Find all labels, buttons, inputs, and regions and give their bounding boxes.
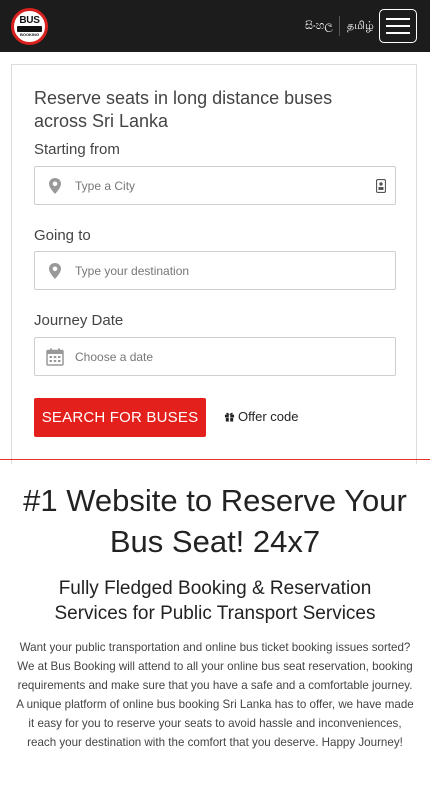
main-headline: #1 Website to Reserve Your Bus Seat! 24x… <box>23 483 407 559</box>
going-to-input[interactable]: Type your destination <box>34 251 396 290</box>
form-title: Reserve seats in long distance buses acr… <box>34 88 333 131</box>
language-divider <box>339 16 340 36</box>
calendar-icon <box>46 348 64 366</box>
section-divider <box>0 459 430 460</box>
offer-code-link[interactable]: Offer code <box>224 409 298 424</box>
intro-paragraph: Want your public transportation and onli… <box>16 641 414 749</box>
bus-booking-logo[interactable]: BUS BOOKING <box>11 8 48 45</box>
gift-icon <box>224 412 235 422</box>
going-to-placeholder: Type your destination <box>75 264 190 278</box>
language-sinhala-link[interactable]: සිංහල <box>305 19 333 33</box>
logo-text: BUS <box>19 15 40 26</box>
journey-date-placeholder: Choose a date <box>75 350 154 364</box>
map-marker-icon <box>49 263 61 279</box>
map-marker-icon <box>49 178 61 194</box>
language-tamil-link[interactable]: தமிழ் <box>347 19 374 34</box>
top-navbar: BUS BOOKING සිංහල தமிழ் <box>0 0 430 52</box>
starting-from-input[interactable]: Type a City <box>34 166 396 205</box>
sub-headline: Fully Fledged Booking & Reservation Serv… <box>54 578 376 624</box>
hamburger-menu-button[interactable] <box>379 9 417 43</box>
logo-subtext: BOOKING <box>19 32 40 37</box>
hamburger-menu-icon <box>386 18 410 20</box>
journey-date-input[interactable]: Choose a date <box>34 337 396 376</box>
starting-from-label: Starting from <box>34 141 120 158</box>
starting-from-placeholder: Type a City <box>75 179 136 193</box>
search-for-buses-button[interactable]: SEARCH FOR BUSES <box>34 398 206 437</box>
going-to-label: Going to <box>34 227 91 244</box>
journey-date-label: Journey Date <box>34 312 124 329</box>
offer-code-label: Offer code <box>238 409 299 424</box>
contact-card-icon <box>376 179 386 193</box>
search-form-card: Reserve seats in long distance buses acr… <box>11 64 417 464</box>
